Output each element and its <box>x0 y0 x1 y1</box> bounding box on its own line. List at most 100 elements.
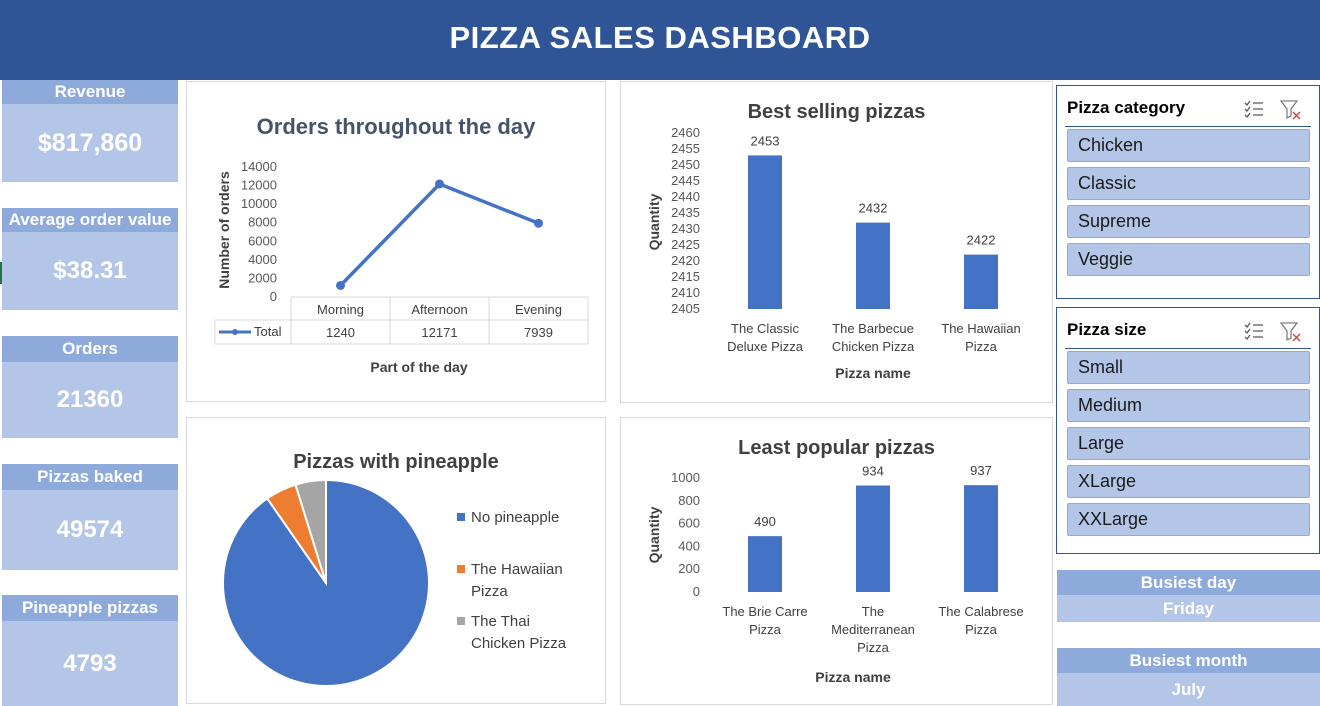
slicer-title: Pizza category <box>1067 98 1186 117</box>
slicer-item-medium[interactable]: Medium <box>1067 389 1310 422</box>
y-tick-label: 2450 <box>671 157 700 172</box>
x-category-label-line: The Brie Carre <box>722 604 807 619</box>
legend-label: No pineapple <box>471 509 559 526</box>
pineapple-pie-chart[interactable]: Pizzas with pineapple No pineapple The Ha… <box>186 417 606 704</box>
legend-label-line: Pizza <box>471 583 508 600</box>
x-category-label: The Classic Deluxe Pizza <box>727 321 804 354</box>
busiest-month-label: Busiest month <box>1057 648 1320 673</box>
x-category-label: The Barbecue Chicken Pizza <box>832 321 915 354</box>
x-category-label-line: Mediterranean <box>831 622 915 637</box>
data-point <box>336 280 345 290</box>
y-tick-label: 2420 <box>671 253 700 268</box>
multi-select-icon[interactable] <box>1244 100 1263 118</box>
slicer-item-supreme[interactable]: Supreme <box>1067 205 1310 238</box>
slicer-item-xlarge[interactable]: XLarge <box>1067 465 1310 498</box>
x-axis-title: Pizza name <box>815 669 891 685</box>
busiest-day-value: Friday <box>1057 595 1320 622</box>
y-axis-title: Quantity <box>646 193 662 250</box>
best-selling-chart[interactable]: Best selling pizzas Quantity Pizza name … <box>620 81 1053 403</box>
x-category-label: The Calabrese Pizza <box>938 604 1023 637</box>
y-tick-label: 4000 <box>248 252 277 267</box>
kpi-aov-value: $38.31 <box>2 232 178 310</box>
kpi-orders-value: 21360 <box>2 362 178 438</box>
y-tick-label: 600 <box>678 516 700 531</box>
legend-swatch <box>457 617 465 625</box>
pizza-category-slicer[interactable]: Pizza category Chicken Classic Supreme V… <box>1056 85 1320 299</box>
x-category-label-line: The Classic <box>731 321 799 336</box>
slicer-item-chicken[interactable]: Chicken <box>1067 129 1310 162</box>
y-tick-label: 1000 <box>671 470 700 485</box>
slicer-divider <box>1065 348 1311 349</box>
legend-label: The Thai Chicken Pizza <box>471 613 567 652</box>
bar <box>748 155 782 309</box>
series-line <box>339 182 540 287</box>
multi-select-icon[interactable] <box>1244 322 1263 340</box>
y-tick-label: 10000 <box>241 196 277 211</box>
slicer-divider <box>1065 126 1311 127</box>
kpi-aov-label: Average order value <box>2 208 178 232</box>
slicer-item-large[interactable]: Large <box>1067 427 1310 460</box>
clear-filter-icon[interactable] <box>1279 322 1301 342</box>
y-tick-label: 2440 <box>671 189 700 204</box>
pizza-size-slicer[interactable]: Pizza size Small Medium Large XLarge XXL… <box>1056 307 1320 554</box>
data-label: 934 <box>862 464 884 479</box>
legend-label-line: No pineapple <box>471 509 559 526</box>
y-tick-label: 2455 <box>671 141 700 156</box>
x-axis-title: Part of the day <box>370 359 467 375</box>
y-axis-title: Quantity <box>646 506 662 563</box>
data-table-value: 12171 <box>421 325 457 340</box>
pie-chart-canvas: No pineapple The Hawaiian Pizza The Thai Chi… <box>222 478 567 687</box>
kpi-revenue-value: $817,860 <box>2 104 178 182</box>
page-title: PIZZA SALES DASHBOARD <box>449 20 871 55</box>
bar <box>964 485 998 592</box>
x-category-label-line: Pizza <box>857 640 890 655</box>
x-category-label-line: The Calabrese <box>938 604 1023 619</box>
y-tick-label: 8000 <box>248 215 277 230</box>
legend-series-name: Total <box>254 324 282 339</box>
least-popular-chart[interactable]: Least popular pizzas Quantity Pizza name… <box>620 417 1053 705</box>
busiest-day-label: Busiest day <box>1057 570 1320 595</box>
y-tick-label: 0 <box>270 289 277 304</box>
slicer-item-classic[interactable]: Classic <box>1067 167 1310 200</box>
orders-by-daypart-chart[interactable]: Orders throughout the day Number of orde… <box>186 81 606 402</box>
data-point <box>534 218 543 228</box>
kpi-pizzas-baked-value: 49574 <box>2 490 178 570</box>
data-table-value: 7939 <box>524 325 553 340</box>
kpi-pineapple-value: 4793 <box>2 621 178 706</box>
x-category-label-line: Deluxe Pizza <box>727 339 804 354</box>
bar <box>748 536 782 592</box>
busiest-month-value: July <box>1057 673 1320 706</box>
slicer-item-veggie[interactable]: Veggie <box>1067 243 1310 276</box>
dashboard-header: PIZZA SALES DASHBOARD <box>0 0 1320 80</box>
x-category-label-line: Chicken Pizza <box>832 339 915 354</box>
legend-swatch <box>457 565 465 573</box>
bar <box>964 254 998 309</box>
y-tick-label: 400 <box>678 538 700 553</box>
y-tick-label: 0 <box>693 584 700 599</box>
legend-label-line: The Hawaiian <box>471 561 563 578</box>
data-label: 490 <box>754 514 776 529</box>
kpi-pineapple-label: Pineapple pizzas <box>2 595 178 621</box>
slicer-item-small[interactable]: Small <box>1067 351 1310 384</box>
legend-label: The Hawaiian Pizza <box>471 561 563 600</box>
kpi-pizzas-baked-label: Pizzas baked <box>2 464 178 490</box>
y-axis-title: Number of orders <box>216 171 232 289</box>
y-tick-label: 6000 <box>248 233 277 248</box>
data-point <box>435 179 444 189</box>
bar-chart-canvas: Quantity Pizza name 24602455245024452440… <box>646 125 1021 381</box>
y-tick-label: 2000 <box>248 270 277 285</box>
y-tick-label: 2445 <box>671 173 700 188</box>
x-category-label-line: Pizza <box>749 622 782 637</box>
x-category-label-line: The Barbecue <box>832 321 914 336</box>
y-tick-label: 2460 <box>671 125 700 140</box>
clear-filter-icon[interactable] <box>1279 100 1301 120</box>
slicer-item-xxlarge[interactable]: XXLarge <box>1067 503 1310 536</box>
y-tick-label: 2435 <box>671 205 700 220</box>
kpi-orders-label: Orders <box>2 336 178 362</box>
y-tick-label: 800 <box>678 493 700 508</box>
y-tick-label: 200 <box>678 561 700 576</box>
x-category-label: Morning <box>317 302 364 317</box>
y-tick-label: 2415 <box>671 269 700 284</box>
y-tick-label: 14000 <box>241 159 277 174</box>
legend-label-line: Chicken Pizza <box>471 635 567 652</box>
